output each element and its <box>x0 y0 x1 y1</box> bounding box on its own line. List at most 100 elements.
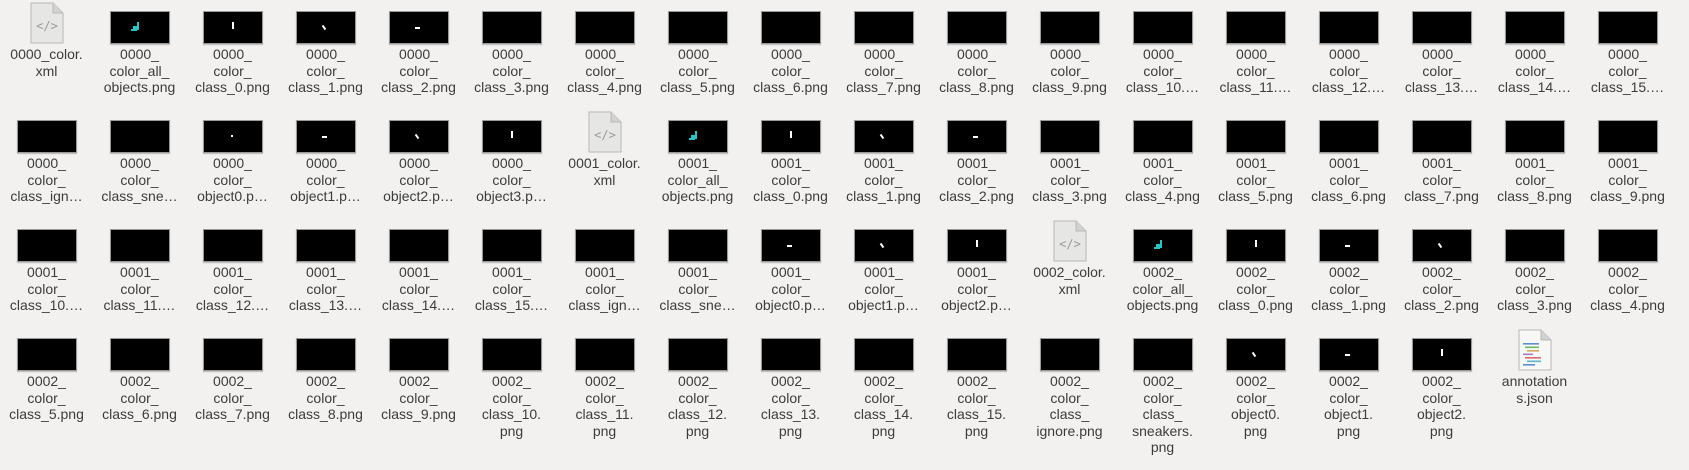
file-item[interactable]: 0002_ color_ class_4.png <box>1581 220 1674 314</box>
file-item[interactable]: 0000_ color_ class_12.… <box>1302 2 1395 96</box>
file-item[interactable]: 0001_ color_ class_14.… <box>372 220 465 314</box>
mask-mark <box>230 135 233 137</box>
file-name-label: 0001_ color_ class_ign… <box>568 264 641 313</box>
file-item[interactable]: 0000_ color_ class_6.png <box>744 2 837 96</box>
image-thumbnail <box>202 120 263 153</box>
json-file-icon <box>1517 329 1553 371</box>
file-item[interactable]: 0002_ color_ class_15. png <box>930 329 1023 439</box>
file-item[interactable]: 0002_ color_ class_8.png <box>279 329 372 423</box>
file-item[interactable]: 0000_ color_ class_0.png <box>186 2 279 96</box>
file-item[interactable]: 0001_ color_ object0.p… <box>744 220 837 314</box>
file-item[interactable]: 0002_ color_ class_12. png <box>651 329 744 439</box>
file-item[interactable]: 0002_ color_ object2. png <box>1395 329 1488 439</box>
file-item[interactable]: 0002_ color_ class_9.png <box>372 329 465 423</box>
file-item[interactable]: 0000_ color_ class_1.png <box>279 2 372 96</box>
file-icon-area <box>186 220 279 262</box>
file-item[interactable]: </> 0001_color. xml <box>558 111 651 188</box>
file-item[interactable]: 0002_ color_ class_11. png <box>558 329 651 439</box>
file-item[interactable]: 0000_ color_all_ objects.png <box>93 2 186 96</box>
file-item[interactable]: </> 0002_color. xml <box>1023 220 1116 297</box>
file-item[interactable]: 0000_ color_ class_7.png <box>837 2 930 96</box>
mask-mark <box>789 131 792 138</box>
file-item[interactable]: </> 0000_color. xml <box>0 2 93 79</box>
file-icon-area <box>186 111 279 153</box>
image-thumbnail <box>295 120 356 153</box>
file-item[interactable]: 0002_ color_ object1. png <box>1302 329 1395 439</box>
file-item[interactable]: 0001_ color_ class_12.… <box>186 220 279 314</box>
file-name-label: 0000_ color_ class_9.png <box>1032 46 1107 95</box>
file-item[interactable]: 0001_ color_ class_6.png <box>1302 111 1395 205</box>
image-thumbnail <box>667 120 728 153</box>
file-item[interactable]: 0000_ color_ class_2.png <box>372 2 465 96</box>
file-item[interactable]: annotation s.json <box>1488 329 1581 406</box>
file-item[interactable]: 0002_ color_ class_3.png <box>1488 220 1581 314</box>
file-item[interactable]: 0000_ color_ class_11.… <box>1209 2 1302 96</box>
file-item[interactable]: 0000_ color_ class_sne… <box>93 111 186 205</box>
file-name-label: 0002_ color_ class_2.png <box>1404 264 1479 313</box>
file-item[interactable]: 0000_ color_ class_13.… <box>1395 2 1488 96</box>
file-icon-area <box>1116 329 1209 371</box>
file-item[interactable]: 0001_ color_ class_11.… <box>93 220 186 314</box>
file-icon-area <box>0 220 93 262</box>
file-item[interactable]: 0001_ color_ class_7.png <box>1395 111 1488 205</box>
file-item[interactable]: 0002_ color_all_ objects.png <box>1116 220 1209 314</box>
file-item[interactable]: 0000_ color_ class_9.png <box>1023 2 1116 96</box>
file-item[interactable]: 0001_ color_ object1.p… <box>837 220 930 314</box>
file-item[interactable]: 0002_ color_ object0. png <box>1209 329 1302 439</box>
image-thumbnail <box>667 338 728 371</box>
file-item[interactable]: 0002_ color_ class_2.png <box>1395 220 1488 314</box>
file-item[interactable]: 0001_ color_ class_8.png <box>1488 111 1581 205</box>
file-name-label: 0002_ color_ class_3.png <box>1497 264 1572 313</box>
file-item[interactable]: 0002_ color_ class_10. png <box>465 329 558 439</box>
file-item[interactable]: 0002_ color_ class_ sneakers. png <box>1116 329 1209 456</box>
file-icon-area <box>1395 329 1488 371</box>
file-item[interactable]: 0000_ color_ class_5.png <box>651 2 744 96</box>
file-item[interactable]: 0001_ color_ class_2.png <box>930 111 1023 205</box>
file-item[interactable]: 0002_ color_ class_1.png <box>1302 220 1395 314</box>
file-icon-area <box>1488 329 1581 371</box>
file-item[interactable]: 0000_ color_ object2.p… <box>372 111 465 205</box>
file-name-label: 0000_ color_ class_sne… <box>101 155 178 204</box>
file-item[interactable]: 0001_ color_ class_sne… <box>651 220 744 314</box>
file-item[interactable]: 0000_ color_ class_8.png <box>930 2 1023 96</box>
file-item[interactable]: 0002_ color_ class_6.png <box>93 329 186 423</box>
xml-file-icon: </> <box>29 2 65 44</box>
file-item[interactable]: 0000_ color_ class_4.png <box>558 2 651 96</box>
file-icon-area <box>651 2 744 44</box>
file-item[interactable]: 0002_ color_ class_0.png <box>1209 220 1302 314</box>
file-item[interactable]: 0001_ color_ class_13.… <box>279 220 372 314</box>
mask-mark <box>1254 240 1257 247</box>
file-item[interactable]: 0001_ color_ class_0.png <box>744 111 837 205</box>
file-item[interactable]: 0000_ color_ object3.p… <box>465 111 558 205</box>
file-item[interactable]: 0001_ color_ object2.p… <box>930 220 1023 314</box>
file-item[interactable]: 0001_ color_ class_15.… <box>465 220 558 314</box>
file-item[interactable]: 0000_ color_ class_10.… <box>1116 2 1209 96</box>
file-item[interactable]: 0002_ color_ class_5.png <box>0 329 93 423</box>
file-item[interactable]: 0002_ color_ class_ ignore.png <box>1023 329 1116 439</box>
file-item[interactable]: 0002_ color_ class_13. png <box>744 329 837 439</box>
file-item[interactable]: 0000_ color_ class_ign… <box>0 111 93 205</box>
file-item[interactable]: 0001_ color_all_ objects.png <box>651 111 744 205</box>
file-item[interactable]: 0002_ color_ class_14. png <box>837 329 930 439</box>
file-item[interactable]: 0001_ color_ class_3.png <box>1023 111 1116 205</box>
file-item[interactable]: 0000_ color_ class_15.… <box>1581 2 1674 96</box>
file-item[interactable]: 0000_ color_ class_3.png <box>465 2 558 96</box>
file-item[interactable]: 0000_ color_ class_14.… <box>1488 2 1581 96</box>
file-name-label: 0002_ color_ class_5.png <box>9 373 84 422</box>
file-item[interactable]: 0001_ color_ class_1.png <box>837 111 930 205</box>
file-item[interactable]: 0001_ color_ class_10.… <box>0 220 93 314</box>
image-thumbnail <box>1318 229 1379 262</box>
file-name-label: 0000_ color_ class_6.png <box>753 46 828 95</box>
file-item[interactable]: 0000_ color_ object1.p… <box>279 111 372 205</box>
file-icon-area <box>186 2 279 44</box>
mask-mark <box>1344 245 1350 247</box>
image-thumbnail <box>295 11 356 44</box>
file-item[interactable]: 0002_ color_ class_7.png <box>186 329 279 423</box>
image-thumbnail <box>388 11 449 44</box>
file-item[interactable]: 0000_ color_ object0.p… <box>186 111 279 205</box>
file-item[interactable]: 0001_ color_ class_9.png <box>1581 111 1674 205</box>
file-item[interactable]: 0001_ color_ class_ign… <box>558 220 651 314</box>
file-item[interactable]: 0001_ color_ class_5.png <box>1209 111 1302 205</box>
file-item[interactable]: 0001_ color_ class_4.png <box>1116 111 1209 205</box>
file-name-label: 0001_ color_ class_4.png <box>1125 155 1200 204</box>
